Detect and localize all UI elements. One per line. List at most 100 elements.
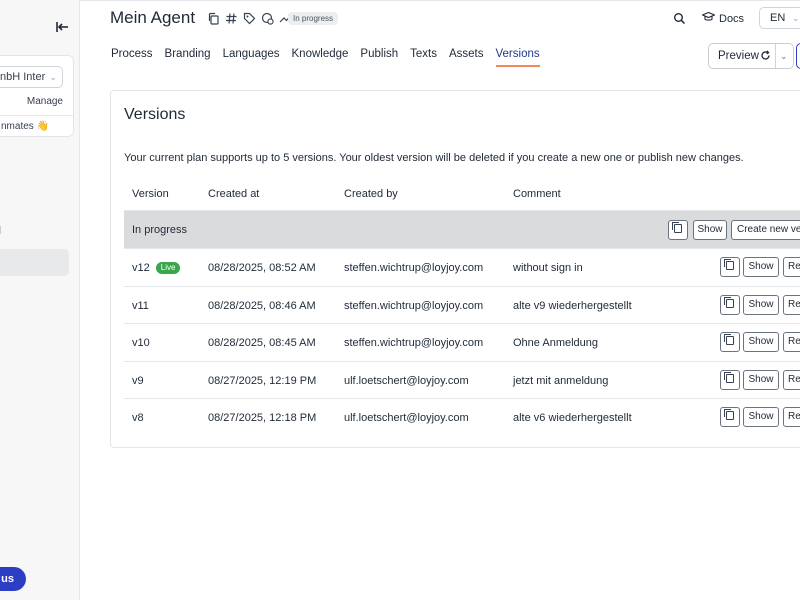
created-by-cell: ulf.loetschert@loyjoy.com [344, 374, 469, 387]
chevron-down-icon: ⌄ [49, 72, 57, 82]
copy-button[interactable] [720, 332, 740, 352]
table-header: Version Created at Created by Comment [124, 178, 800, 211]
table-row: v8 08/27/2025, 12:18 PM ulf.loetschert@l… [124, 399, 800, 437]
version-cell: v9 [132, 374, 144, 387]
refresh-icon [760, 50, 771, 64]
invite-teammates-link[interactable]: nmates 👋 [1, 121, 49, 132]
divider [775, 44, 776, 68]
column-header-version: Version [132, 188, 169, 200]
version-cell: v8 [132, 412, 144, 424]
upgrade-button[interactable]: us [0, 567, 26, 591]
table-row: v12 Live 08/28/2025, 08:52 AM steffen.wic… [124, 249, 800, 287]
created-by-cell: steffen.wichtrup@loyjoy.com [344, 337, 484, 349]
restore-button[interactable]: Re [783, 369, 800, 390]
sidebar-section-marker [0, 226, 3, 234]
comment-cell: Ohne Anmeldung [513, 337, 599, 349]
manage-link[interactable]: Manage [27, 96, 63, 107]
copy-icon [724, 259, 734, 270]
copy-button[interactable] [668, 220, 688, 240]
created-by-cell: steffen.wichtrup@loyjoy.com [344, 262, 484, 274]
restore-button[interactable]: Re [783, 332, 800, 352]
versions-title: Versions [124, 106, 186, 123]
table-row: v11 08/28/2025, 08:46 AM steffen.wichtru… [124, 287, 800, 324]
org-card: nbH Inter ⌄ Manage nmates 👋 [0, 55, 74, 137]
tab-publish[interactable]: Publish [360, 48, 398, 67]
status-badge: In progress [288, 12, 339, 25]
top-divider [80, 0, 800, 1]
version-label: v12 [132, 262, 150, 274]
graduation-cap-icon [701, 11, 716, 26]
title-actions [207, 12, 292, 25]
docs-button[interactable]: Docs [701, 11, 745, 26]
comment-cell: alte v9 wiederhergestellt [513, 299, 632, 312]
created-at-cell: 08/28/2025, 08:52 AM [208, 262, 316, 274]
language-select[interactable]: EN ⌄ [759, 7, 800, 29]
created-at-cell: 08/27/2025, 12:19 PM [208, 374, 317, 387]
tab-branding[interactable]: Branding [165, 48, 211, 67]
show-button[interactable]: Show [743, 369, 779, 390]
tab-knowledge[interactable]: Knowledge [292, 48, 349, 67]
copy-icon[interactable] [207, 12, 220, 25]
collapse-sidebar-icon[interactable] [54, 19, 70, 35]
show-button[interactable]: Show [743, 407, 779, 427]
settings-badge-icon[interactable] [261, 12, 274, 25]
show-button[interactable]: Show [743, 257, 779, 277]
created-at-cell: 08/28/2025, 08:46 AM [208, 299, 316, 312]
tab-process[interactable]: Process [111, 48, 153, 67]
sidebar: nbH Inter ⌄ Manage nmates 👋 us [0, 0, 80, 600]
restore-button[interactable]: Re [783, 407, 800, 427]
comment-cell: jetzt mit anmeldung [513, 374, 609, 387]
copy-button[interactable] [720, 369, 740, 390]
tab-versions[interactable]: Versions [495, 48, 540, 67]
version-cell: v10 [132, 337, 150, 349]
created-by-cell: steffen.wichtrup@loyjoy.com [344, 299, 484, 312]
divider [0, 115, 73, 116]
chevron-down-icon[interactable]: ⌄ [780, 44, 788, 68]
preview-button[interactable]: Preview ⌄ [708, 43, 794, 69]
copy-icon [724, 409, 734, 420]
copy-button[interactable] [720, 407, 740, 427]
live-badge: Live [155, 262, 181, 274]
restore-button[interactable]: Re [783, 257, 800, 277]
page-title: Mein Agent [110, 8, 196, 27]
copy-icon [724, 334, 734, 345]
version-cell: v12 Live [132, 262, 181, 274]
copy-button[interactable] [720, 294, 740, 315]
sidebar-item-active[interactable] [0, 249, 69, 276]
show-button[interactable]: Show [743, 294, 779, 315]
table-row: v10 08/28/2025, 08:45 AM steffen.wichtru… [124, 324, 800, 362]
tag-icon[interactable] [243, 12, 256, 25]
copy-button[interactable] [720, 257, 740, 277]
docs-label: Docs [719, 12, 745, 25]
tab-languages[interactable]: Languages [223, 48, 280, 67]
tab-assets[interactable]: Assets [449, 48, 484, 67]
created-at-cell: 08/28/2025, 08:45 AM [208, 337, 316, 349]
table-row: v9 08/27/2025, 12:19 PM ulf.loetschert@l… [124, 362, 800, 399]
comment-cell: alte v6 wiederhergestellt [513, 412, 632, 424]
restore-button[interactable]: Re [783, 294, 800, 315]
copy-icon [672, 222, 682, 233]
copy-icon [724, 371, 734, 383]
org-name: nbH Inter [0, 71, 46, 83]
chevron-down-icon: ⌄ [792, 13, 800, 23]
in-progress-label: In progress [132, 224, 188, 236]
language-value: EN [770, 12, 786, 24]
search-icon[interactable] [673, 12, 686, 25]
in-progress-row: In progress Show Create new ve [124, 211, 800, 249]
column-header-created-by: Created by [344, 188, 398, 200]
created-by-cell: ulf.loetschert@loyjoy.com [344, 412, 469, 424]
show-button[interactable]: Show [693, 220, 727, 240]
hash-icon[interactable] [225, 12, 238, 25]
column-header-comment: Comment [513, 188, 561, 200]
comment-cell: without sign in [513, 262, 583, 274]
versions-table: Version Created at Created by Comment In… [124, 178, 800, 437]
created-at-cell: 08/27/2025, 12:18 PM [208, 412, 317, 424]
show-button[interactable]: Show [743, 332, 779, 352]
publish-button[interactable] [796, 43, 800, 69]
copy-icon [724, 296, 734, 308]
org-select[interactable]: nbH Inter ⌄ [0, 66, 63, 88]
create-version-button[interactable]: Create new ve [731, 220, 800, 240]
tab-texts[interactable]: Texts [410, 48, 437, 67]
column-header-created-at: Created at [208, 188, 260, 200]
versions-card: Versions Your current plan supports up t… [110, 90, 800, 448]
